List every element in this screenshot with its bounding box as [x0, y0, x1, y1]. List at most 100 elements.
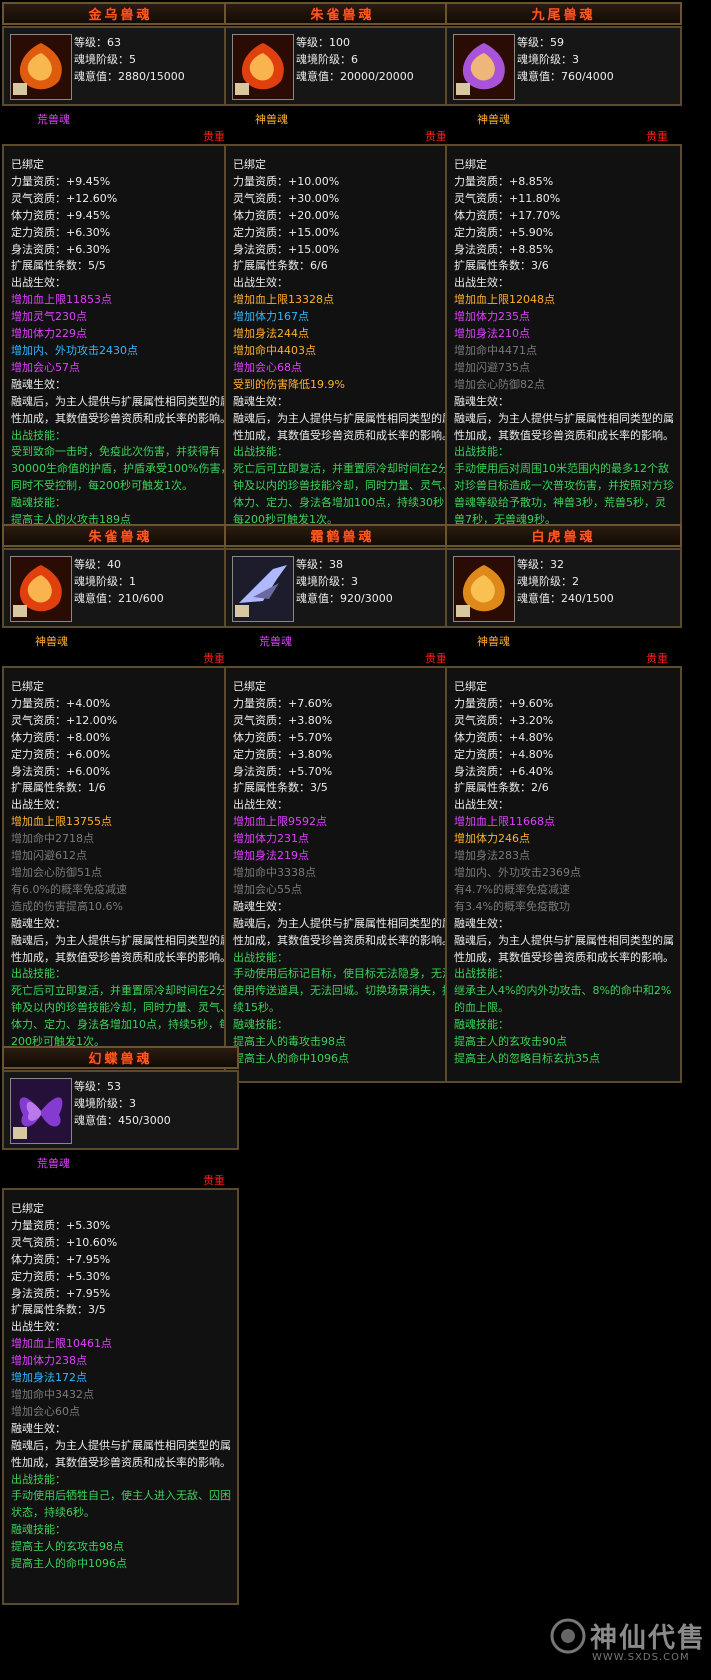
detail-line: 融魂生效：	[454, 394, 509, 408]
detail-line: 增加会心防御82点	[454, 377, 545, 391]
detail-line: 扩展属性条数：3/5	[233, 781, 328, 795]
soul-stats: 等级：53 魂境阶级：3 魂意值：450/3000	[74, 1078, 171, 1129]
detail-line: 力量资质：+7.60%	[233, 696, 333, 710]
detail-line: 定力资质：+6.00%	[11, 747, 111, 761]
soul-type: 神兽魂	[477, 635, 510, 648]
soul-type: 荒兽魂	[37, 1157, 70, 1170]
detail-line: 增加血上限12048点	[454, 293, 555, 307]
type-row: 荒兽魂 贵重	[2, 1150, 239, 1188]
detail-line: 扩展属性条数：3/6	[454, 259, 549, 273]
detail-line: 定力资质：+6.30%	[11, 225, 111, 239]
detail-line: 出战生效：	[11, 1320, 66, 1334]
detail-line: 增加会心55点	[233, 882, 302, 896]
detail-line: 融魂技能：	[233, 1018, 288, 1032]
detail-line: 出战生效：	[233, 798, 288, 812]
detail-line: 身法资质：+7.95%	[11, 1286, 111, 1300]
detail-line: 体力资质：+8.00%	[11, 730, 111, 744]
soul-stats: 等级：40 魂境阶级：1 魂意值：210/600	[74, 556, 164, 607]
realm-line: 魂境阶级：3	[74, 1097, 136, 1110]
detail-line: 融魂后，为主人提供与扩展属性相同类型的属性加成，其数值受珍兽资质和成长率的影响。	[233, 916, 453, 947]
level-line: 等级：32	[517, 558, 564, 571]
detail-panel: 已绑定 力量资质：+8.85% 灵气资质：+11.80% 体力资质：+17.70% 定力…	[445, 144, 682, 561]
detail-line: 增加身法283点	[454, 849, 530, 863]
detail-line: 已绑定	[454, 158, 487, 171]
detail-line: 体力资质：+5.70%	[233, 730, 333, 744]
detail-line: 灵气资质：+3.80%	[233, 713, 333, 727]
detail-line: 增加血上限13755点	[11, 815, 112, 829]
flame-bird-icon[interactable]	[10, 34, 72, 100]
detail-line: 增加会心防御51点	[11, 865, 102, 879]
detail-line: 融魂生效：	[233, 899, 288, 913]
detail-line: 扩展属性条数：3/5	[11, 1303, 106, 1317]
pet-soul-card: 幻蝶兽魂 等级：53 魂境阶级：3 魂意值：450/3000 荒兽魂 贵重 已绑…	[2, 1046, 239, 1605]
realm-line: 魂境阶级：3	[296, 575, 358, 588]
detail-line: 已绑定	[233, 158, 266, 171]
detail-line: 手动使用后牺牲自己，使主人进入无敌、囚困状态，持续6秒。	[11, 1489, 231, 1520]
detail-line: 增加会心60点	[11, 1404, 80, 1418]
detail-line: 体力资质：+17.70%	[454, 208, 561, 222]
soul-value-line: 魂意值：920/3000	[296, 592, 393, 605]
detail-line: 身法资质：+5.70%	[233, 764, 333, 778]
detail-line: 灵气资质：+12.00%	[11, 713, 118, 727]
detail-line: 受到的伤害降低19.9%	[233, 377, 345, 391]
detail-panel: 已绑定 力量资质：+9.45% 灵气资质：+12.60% 体力资质：+9.45% 定力资…	[2, 144, 239, 561]
soul-value-line: 魂意值：760/4000	[517, 70, 614, 83]
detail-line: 出战生效：	[11, 798, 66, 812]
card-title: 白虎兽魂	[445, 524, 682, 547]
detail-line: 增加命中4471点	[454, 343, 537, 357]
detail-line: 增加命中4403点	[233, 343, 316, 357]
type-row: 神兽魂 贵重	[2, 628, 239, 666]
detail-line: 手动使用后标记目标，使目标无法隐身，无法使用传送道具，无法回城。切换场景消失，持…	[233, 967, 453, 1015]
phantom-butterfly-icon[interactable]	[10, 1078, 72, 1144]
detail-line: 出战技能：	[11, 967, 66, 981]
detail-line: 出战生效：	[11, 276, 66, 290]
realm-line: 魂境阶级：3	[517, 53, 579, 66]
info-box: 等级：100 魂境阶级：6 魂意值：20000/20000	[224, 26, 461, 106]
vermilion-bird-icon[interactable]	[232, 34, 294, 100]
soul-type: 神兽魂	[35, 635, 68, 648]
realm-line: 魂境阶级：2	[517, 575, 579, 588]
card-title: 朱雀兽魂	[2, 524, 239, 547]
detail-line: 扩展属性条数：5/5	[11, 259, 106, 273]
detail-line: 出战技能：	[233, 950, 288, 964]
card-title: 朱雀兽魂	[224, 2, 461, 25]
detail-line: 提高主人的玄攻击98点	[11, 1540, 124, 1554]
soul-value-line: 魂意值：210/600	[74, 592, 164, 605]
detail-line: 出战技能：	[454, 445, 509, 459]
detail-line: 增加身法219点	[233, 849, 309, 863]
white-tiger-icon[interactable]	[453, 556, 515, 622]
detail-line: 灵气资质：+12.60%	[11, 191, 118, 205]
watermark-brand: 神仙代售	[590, 1623, 706, 1654]
pet-soul-card: 白虎兽魂 等级：32 魂境阶级：2 魂意值：240/1500 神兽魂 贵重 已绑…	[445, 524, 682, 1083]
nine-tail-fox-icon[interactable]	[453, 34, 515, 100]
detail-line: 定力资质：+4.80%	[454, 747, 554, 761]
detail-line: 体力资质：+7.95%	[11, 1252, 111, 1266]
rarity-label: 贵重	[203, 1174, 225, 1187]
detail-line: 有6.0%的概率免疫减速	[11, 882, 127, 896]
detail-line: 融魂后，为主人提供与扩展属性相同类型的属性加成，其数值受珍兽资质和成长率的影响。	[11, 394, 231, 425]
soul-value-line: 魂意值：450/3000	[74, 1114, 171, 1127]
pet-soul-card: 霜鹤兽魂 等级：38 魂境阶级：3 魂意值：920/3000 荒兽魂 贵重 已绑…	[224, 524, 461, 1083]
detail-line: 有4.7%的概率免疫减速	[454, 882, 570, 896]
level-line: 等级：40	[74, 558, 121, 571]
detail-line: 体力资质：+4.80%	[454, 730, 554, 744]
detail-line: 增加会心57点	[11, 360, 80, 374]
detail-line: 身法资质：+6.30%	[11, 242, 111, 256]
type-row: 神兽魂 贵重	[224, 106, 461, 144]
detail-line: 力量资质：+9.60%	[454, 696, 554, 710]
rarity-label: 贵重	[425, 130, 447, 143]
level-line: 等级：59	[517, 36, 564, 49]
detail-line: 死亡后可立即复活，并重置原冷却时间在2分钟及以内的珍兽技能冷却，同时力量、灵气、…	[11, 984, 231, 1049]
detail-line: 融魂技能：	[454, 1018, 509, 1032]
pet-soul-card: 朱雀兽魂 等级：40 魂境阶级：1 魂意值：210/600 神兽魂 贵重 已绑定…	[2, 524, 239, 1083]
detail-line: 力量资质：+10.00%	[233, 174, 340, 188]
detail-line: 增加体力229点	[11, 327, 87, 341]
pet-soul-card: 朱雀兽魂 等级：100 魂境阶级：6 魂意值：20000/20000 神兽魂 贵…	[224, 2, 461, 561]
detail-line: 增加身法244点	[233, 327, 309, 341]
detail-line: 受到致命一击时，免疫此次伤害，并获得有30000生命值的护盾，护盾承受100%伤…	[11, 445, 232, 493]
soul-stats: 等级：100 魂境阶级：6 魂意值：20000/20000	[296, 34, 414, 85]
detail-line: 出战生效：	[233, 276, 288, 290]
vermilion-bird-icon[interactable]	[10, 556, 72, 622]
frost-crane-icon[interactable]	[232, 556, 294, 622]
watermark: 神仙代售 WWW.SXDS.COM	[548, 1610, 708, 1676]
